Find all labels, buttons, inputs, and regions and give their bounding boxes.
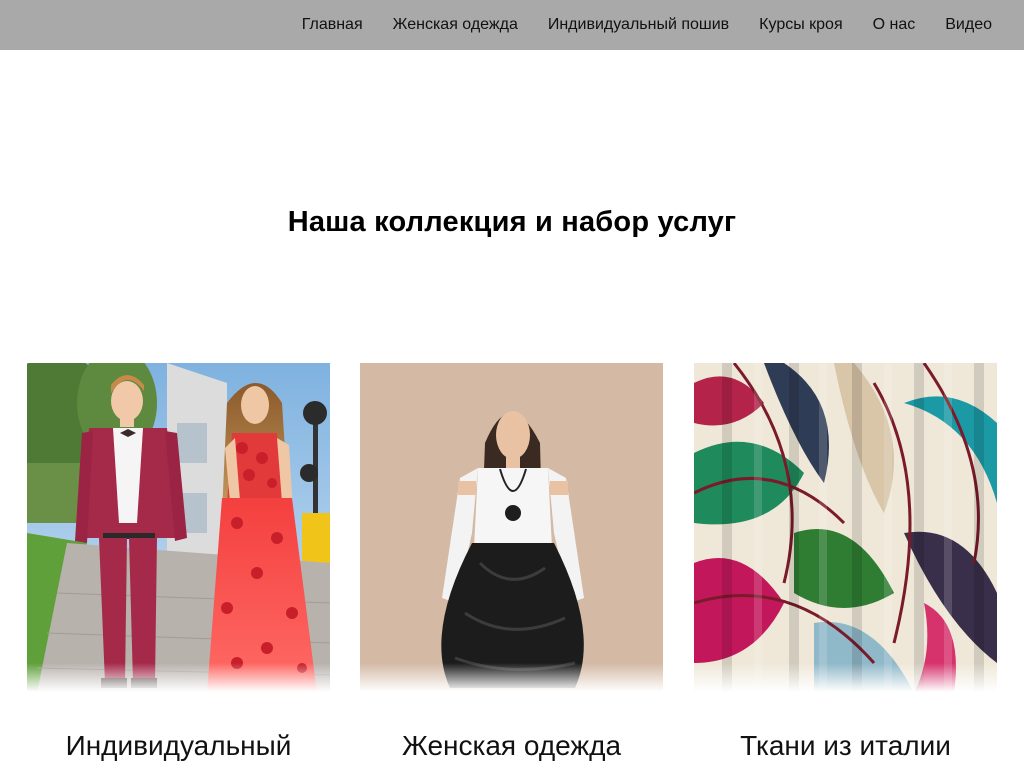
nav-link-cutting-courses[interactable]: Курсы кроя (759, 15, 842, 35)
nav-item-home: Главная (302, 15, 363, 35)
service-card-custom-tailoring[interactable]: Индивидуальный (27, 363, 330, 768)
couple-photo[interactable] (27, 363, 330, 693)
nav-item-about: О нас (873, 15, 916, 35)
service-card-womens-clothing[interactable]: Женская одежда (360, 363, 663, 768)
nav-item-video: Видео (945, 15, 992, 35)
nav-menu: Главная Женская одежда Индивидуальный по… (302, 0, 992, 50)
nav-link-video[interactable]: Видео (945, 15, 992, 35)
nav-link-womens-clothing[interactable]: Женская одежда (393, 15, 518, 35)
card-caption[interactable]: Индивидуальный (27, 729, 330, 763)
card-caption[interactable]: Ткани из италии (694, 729, 997, 763)
nav-link-home[interactable]: Главная (302, 15, 363, 35)
model-photo[interactable] (360, 363, 663, 693)
image-fade (27, 663, 330, 697)
top-navigation-bar: Главная Женская одежда Индивидуальный по… (0, 0, 1024, 50)
nav-item-cutting-courses: Курсы кроя (759, 15, 842, 35)
nav-link-about[interactable]: О нас (873, 15, 916, 35)
fabric-photo[interactable] (694, 363, 997, 693)
nav-item-custom-tailoring: Индивидуальный пошив (548, 15, 729, 35)
nav-item-womens-clothing: Женская одежда (393, 15, 518, 35)
service-card-italian-fabrics[interactable]: Ткани из италии (694, 363, 997, 768)
card-caption[interactable]: Женская одежда (360, 729, 663, 763)
nav-link-custom-tailoring[interactable]: Индивидуальный пошив (548, 15, 729, 35)
image-fade (694, 663, 997, 697)
section-title: Наша коллекция и набор услуг (287, 206, 737, 238)
image-fade (360, 663, 663, 697)
